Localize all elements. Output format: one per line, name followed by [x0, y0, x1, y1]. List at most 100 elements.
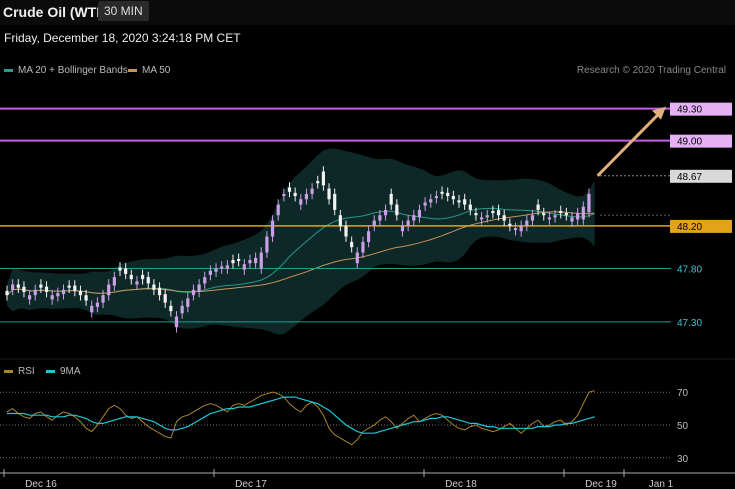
candle-body — [61, 289, 66, 295]
candle-body — [457, 200, 461, 203]
candle-body — [400, 225, 405, 232]
candle-body — [485, 215, 489, 218]
candle-body — [152, 284, 156, 290]
candle-body — [276, 204, 280, 216]
candle-body — [157, 287, 162, 296]
level-label-49-00: 49.00 — [677, 137, 702, 148]
candle-body — [367, 231, 371, 242]
candle-body — [417, 209, 422, 218]
candle-body — [559, 210, 563, 214]
x-tick-label-jan-1: Jan 1 — [649, 479, 674, 489]
candle-body — [28, 295, 32, 300]
candle-body — [576, 213, 580, 220]
candle-body — [270, 220, 275, 237]
candle-body — [141, 274, 145, 280]
candle-body — [237, 258, 241, 262]
candle-body — [11, 284, 15, 290]
projection-arrow — [596, 113, 660, 177]
candle-body — [480, 217, 484, 220]
candle-body — [581, 206, 585, 220]
candle-body — [463, 199, 467, 205]
candle-body — [259, 252, 263, 269]
candle-body — [344, 225, 348, 237]
candle-body — [361, 241, 365, 253]
candle-body — [242, 264, 246, 270]
candle-body — [536, 204, 540, 210]
level-label-48-20: 48.20 — [677, 222, 702, 233]
candle-body — [135, 281, 139, 285]
candle-body — [146, 277, 150, 284]
candle-body — [16, 284, 20, 288]
candle-body — [350, 241, 354, 248]
x-tick-label-dec-19: Dec 19 — [585, 479, 617, 489]
level-label-47-30: 47.30 — [677, 318, 702, 329]
candle-body — [570, 217, 574, 222]
candle-body — [547, 217, 551, 220]
candle-body — [542, 213, 546, 216]
candle-body — [530, 215, 535, 221]
candle-body — [129, 274, 133, 280]
candle-body — [496, 209, 501, 216]
candle-body — [101, 295, 105, 303]
candle-body — [293, 192, 297, 197]
candle-body — [90, 305, 94, 313]
candle-body — [333, 193, 337, 210]
candle-body — [254, 257, 258, 264]
candle-body — [118, 267, 122, 271]
candle-body — [316, 181, 320, 184]
candle-body — [248, 260, 252, 264]
candle-body — [310, 188, 314, 194]
candle-body — [525, 220, 529, 226]
rsi-tick-70: 70 — [677, 388, 689, 399]
level-label-47-80: 47.80 — [677, 265, 702, 276]
candle-body — [107, 284, 111, 296]
candle-body — [220, 266, 224, 269]
candle-body — [214, 268, 218, 272]
candle-body — [491, 210, 495, 214]
candle-body — [231, 260, 235, 264]
candle-body — [124, 268, 128, 274]
candle-body — [406, 220, 410, 226]
candle-body — [513, 228, 518, 231]
candle-body — [338, 215, 342, 226]
candle-body — [321, 171, 325, 186]
level-label-49-30: 49.30 — [677, 105, 702, 116]
candle-body — [191, 289, 196, 296]
candle-body — [372, 220, 376, 226]
rsi-tick-50: 50 — [677, 421, 689, 432]
candle-body — [78, 290, 83, 296]
candle-body — [446, 192, 450, 197]
candle-body — [423, 202, 427, 206]
candle-body — [5, 290, 9, 296]
candle-body — [429, 199, 433, 203]
x-tick-label-dec-17: Dec 17 — [235, 479, 267, 489]
candle-body — [519, 225, 523, 232]
candle-body — [22, 286, 26, 292]
candle-body — [412, 215, 416, 221]
candle-body — [564, 213, 568, 216]
candle-body — [163, 294, 167, 303]
bollinger-band — [7, 148, 595, 335]
candle-body — [50, 295, 54, 300]
candle-body — [327, 188, 331, 200]
price-chart[interactable]: 49.30 49.00 48.67 48.20 47.80 47.30 70 50 30 Dec … — [0, 0, 735, 489]
candle-body — [203, 277, 207, 284]
candle-body — [451, 196, 455, 200]
candle-body — [186, 298, 190, 307]
candle-body — [95, 302, 99, 307]
candle-body — [502, 215, 506, 221]
candle-body — [355, 252, 359, 264]
candle-body — [84, 295, 88, 301]
candle-body — [208, 270, 212, 275]
candle-body — [225, 265, 229, 269]
candle-body — [282, 193, 286, 197]
candle-body — [383, 209, 388, 216]
candle-body — [180, 305, 184, 314]
candle-body — [67, 285, 71, 288]
candle-body — [174, 316, 179, 328]
candle-body — [378, 215, 382, 221]
candle-body — [304, 193, 309, 200]
candle-body — [112, 277, 116, 286]
candle-body — [299, 199, 303, 205]
candle-body — [440, 191, 444, 194]
